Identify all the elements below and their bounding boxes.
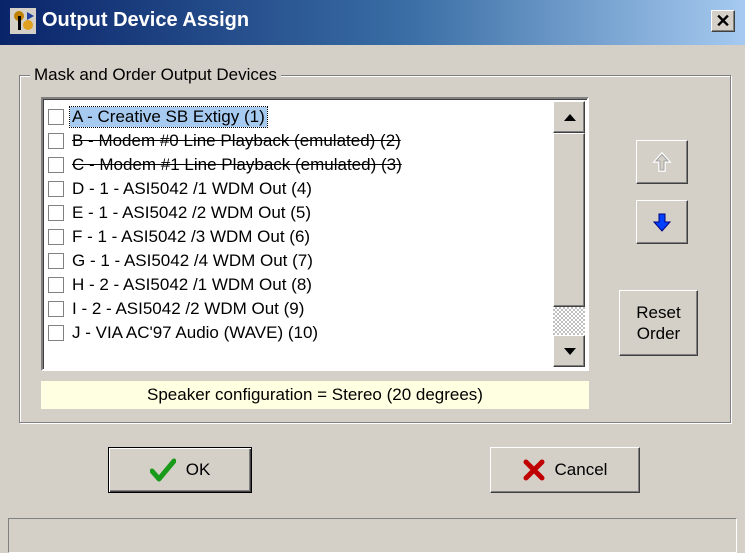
device-checkbox[interactable] xyxy=(48,229,64,245)
reset-order-button[interactable]: Reset Order xyxy=(619,290,698,356)
device-label: H - 2 - ASI5042 /1 WDM Out (8) xyxy=(72,275,312,294)
window-title: Output Device Assign xyxy=(42,9,250,31)
reset-line-1: Reset xyxy=(636,303,681,322)
speaker-configuration: Speaker configuration = Stereo (20 degre… xyxy=(41,381,589,409)
device-label: E - 1 - ASI5042 /2 WDM Out (5) xyxy=(72,203,312,222)
device-list: A - Creative SB Extigy (1) B - Modem #0 L… xyxy=(48,105,553,345)
app-icon xyxy=(10,8,36,34)
ok-label: OK xyxy=(185,460,211,479)
close-button[interactable]: ✕ xyxy=(711,10,735,32)
title-bar[interactable]: Output Device Assign ✕ xyxy=(0,0,745,45)
scroll-thumb[interactable] xyxy=(553,133,585,307)
scroll-up-arrow-icon xyxy=(564,114,576,121)
device-label: B - Modem #0 Line Playback (emulated) (2… xyxy=(72,131,401,150)
device-label: A - Creative SB Extigy (1) xyxy=(69,106,268,128)
up-arrow-icon xyxy=(652,151,672,172)
device-list-item[interactable]: C - Modem #1 Line Playback (emulated) (3… xyxy=(48,153,553,177)
device-checkbox[interactable] xyxy=(48,253,64,269)
device-checkbox[interactable] xyxy=(48,325,64,341)
device-list-item[interactable]: A - Creative SB Extigy (1) xyxy=(48,105,553,129)
device-list-item[interactable]: E - 1 - ASI5042 /2 WDM Out (5) xyxy=(48,201,553,225)
device-list-item[interactable]: H - 2 - ASI5042 /1 WDM Out (8) xyxy=(48,273,553,297)
scroll-up-button[interactable] xyxy=(553,101,585,133)
device-label: J - VIA AC'97 Audio (WAVE) (10) xyxy=(72,323,319,342)
cancel-button[interactable]: Cancel xyxy=(490,447,640,493)
ok-button[interactable]: OK xyxy=(108,447,252,493)
device-checkbox[interactable] xyxy=(48,301,64,317)
vertical-scrollbar[interactable] xyxy=(553,101,585,367)
output-device-assign-dialog: Output Device Assign ✕ Mask and Order Ou… xyxy=(0,0,745,553)
device-list-item[interactable]: J - VIA AC'97 Audio (WAVE) (10) xyxy=(48,321,553,345)
move-down-button[interactable] xyxy=(636,200,688,244)
scroll-track[interactable] xyxy=(553,307,585,335)
device-checkbox[interactable] xyxy=(48,181,64,197)
device-checkbox[interactable] xyxy=(48,157,64,173)
group-label: Mask and Order Output Devices xyxy=(30,65,281,85)
move-up-button[interactable] xyxy=(636,140,688,184)
x-cancel-icon xyxy=(523,459,545,481)
scroll-down-button[interactable] xyxy=(553,335,585,367)
down-arrow-icon xyxy=(652,213,672,232)
scroll-down-arrow-icon xyxy=(564,348,576,355)
reset-line-2: Order xyxy=(636,324,681,343)
checkmark-icon xyxy=(149,458,176,482)
device-list-item[interactable]: D - 1 - ASI5042 /1 WDM Out (4) xyxy=(48,177,553,201)
device-label: D - 1 - ASI5042 /1 WDM Out (4) xyxy=(72,179,312,198)
device-checkbox[interactable] xyxy=(48,109,64,125)
device-label: F - 1 - ASI5042 /3 WDM Out (6) xyxy=(72,227,311,246)
device-label: G - 1 - ASI5042 /4 WDM Out (7) xyxy=(72,251,313,270)
device-list-item[interactable]: F - 1 - ASI5042 /3 WDM Out (6) xyxy=(48,225,553,249)
device-list-item[interactable]: G - 1 - ASI5042 /4 WDM Out (7) xyxy=(48,249,553,273)
device-label: I - 2 - ASI5042 /2 WDM Out (9) xyxy=(72,299,305,318)
device-list-item[interactable]: I - 2 - ASI5042 /2 WDM Out (9) xyxy=(48,297,553,321)
device-checkbox[interactable] xyxy=(48,133,64,149)
close-icon: ✕ xyxy=(715,11,731,31)
status-bar xyxy=(8,518,737,553)
device-checkbox[interactable] xyxy=(48,277,64,293)
cancel-label: Cancel xyxy=(554,460,608,479)
device-listbox[interactable]: A - Creative SB Extigy (1) B - Modem #0 L… xyxy=(41,97,589,371)
device-label: C - Modem #1 Line Playback (emulated) (3… xyxy=(72,155,402,174)
device-list-item[interactable]: B - Modem #0 Line Playback (emulated) (2… xyxy=(48,129,553,153)
device-checkbox[interactable] xyxy=(48,205,64,221)
